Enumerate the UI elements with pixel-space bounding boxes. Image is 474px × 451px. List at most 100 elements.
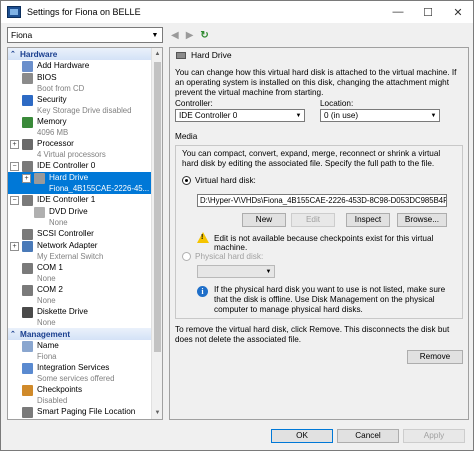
tree-item-label: Hard Drive (49, 173, 89, 182)
tree-item-label: Smart Paging File Location (37, 407, 136, 416)
vhd-path-input[interactable]: D:\Hyper-V\VHDs\Fiona_4B155CAE-2226-453D… (197, 194, 447, 207)
physical-radio[interactable] (182, 252, 191, 261)
shield-icon (22, 95, 33, 106)
tree-item-diskette-drive[interactable]: Diskette Drive None (8, 306, 152, 328)
tree-item-memory[interactable]: Memory 4096 MB (8, 116, 152, 138)
forward-icon[interactable]: ▶ (186, 30, 194, 41)
integration-icon (22, 363, 33, 374)
inspect-button[interactable]: Inspect (346, 213, 390, 227)
tree-item-ide-controller-0[interactable]: − IDE Controller 0 (8, 160, 152, 172)
tree-item-text: BIOS Boot from CD (37, 72, 84, 94)
cancel-button[interactable]: Cancel (337, 429, 399, 443)
tree-item-text: COM 2 None (37, 284, 63, 306)
back-icon[interactable]: ◀ (171, 30, 179, 41)
maximize-button[interactable]: ☐ (413, 1, 443, 23)
apply-button[interactable]: Apply (403, 429, 465, 443)
info-icon: i (197, 286, 208, 297)
controller-select[interactable]: IDE Controller 0 ▼ (175, 109, 305, 122)
scroll-down-icon[interactable]: ▼ (152, 407, 162, 419)
tree-item-add-hardware[interactable]: Add Hardware (8, 60, 152, 72)
settings-app-icon (7, 6, 21, 18)
tree-item-network-adapter[interactable]: + Network Adapter My External Switch (8, 240, 152, 262)
tree-item-sublabel: 4096 MB (37, 128, 69, 137)
tree-item-sublabel: C:\ProgramData\Microsoft\Win... (37, 417, 149, 419)
tree-item-name[interactable]: Name Fiona (8, 340, 152, 362)
browse-button[interactable]: Browse... (397, 213, 447, 227)
tree-item-label: COM 2 (37, 285, 63, 294)
tree-scrollbar[interactable]: ▲ ▼ (151, 48, 162, 419)
tree-item-scsi-controller[interactable]: SCSI Controller (8, 228, 152, 240)
memory-icon (22, 117, 33, 128)
tree-item-sublabel: Fiona (37, 352, 57, 361)
controller-label: Controller: (175, 99, 213, 108)
panel-description: You can change how this virtual hard dis… (175, 68, 457, 97)
management-section-header[interactable]: ⌃ Management (8, 328, 152, 340)
remove-button[interactable]: Remove (407, 350, 463, 364)
window-title: Settings for Fiona on BELLE (27, 7, 141, 17)
location-select[interactable]: 0 (in use) ▼ (320, 109, 440, 122)
edit-button[interactable]: Edit (291, 213, 335, 227)
tree-item-sublabel: None (37, 318, 56, 327)
tree-item-label: Network Adapter (37, 241, 98, 250)
tree-item-dvd-drive[interactable]: DVD Drive None (8, 206, 152, 228)
tree-item-bios[interactable]: BIOS Boot from CD (8, 72, 152, 94)
location-label: Location: (320, 99, 354, 108)
physical-disk-select[interactable]: ▼ (197, 265, 275, 278)
hardware-section-header[interactable]: ⌃ Hardware (8, 48, 152, 60)
chevron-down-icon: ▼ (295, 112, 302, 119)
controller-icon (22, 195, 33, 206)
expand-icon[interactable]: + (10, 242, 19, 251)
media-description: You can compact, convert, expand, merge,… (182, 149, 441, 168)
tree-item-label: Memory (37, 117, 67, 126)
tree-item-smart-paging[interactable]: Smart Paging File LocationC:\ProgramData… (8, 406, 152, 419)
new-button[interactable]: New (242, 213, 286, 227)
tree-item-text: Integration Services Some services offere… (37, 362, 114, 384)
management-header-label: Management (20, 329, 71, 339)
tree-item-sublabel: Some services offered (37, 374, 115, 383)
tree-item-text: Smart Paging File LocationC:\ProgramData… (37, 406, 149, 419)
tree-item-text: IDE Controller 1 (37, 194, 95, 205)
vm-select[interactable]: Fiona ▼ (7, 27, 163, 43)
collapse-icon[interactable]: − (10, 162, 19, 171)
collapse-icon[interactable]: − (10, 196, 19, 205)
tree-item-com-1[interactable]: COM 1 None (8, 262, 152, 284)
tree-item-label: Diskette Drive (37, 307, 88, 316)
ok-button[interactable]: OK (271, 429, 333, 443)
tree-item-label: COM 1 (37, 263, 63, 272)
minimize-button[interactable]: — (383, 1, 413, 23)
collapse-icon: ⌃ (10, 331, 16, 338)
controller-icon (22, 229, 33, 240)
tree-item-security[interactable]: Security Key Storage Drive disabled (8, 94, 152, 116)
network-icon (22, 241, 33, 252)
title-bar: Settings for Fiona on BELLE — ☐ ✕ (1, 1, 473, 23)
tree-item-text: Network Adapter My External Switch (37, 240, 103, 262)
close-button[interactable]: ✕ (443, 1, 473, 23)
refresh-icon[interactable]: ↻ (200, 30, 208, 41)
tree-item-label: Name (37, 341, 59, 350)
expand-icon[interactable]: + (22, 174, 31, 183)
expand-icon[interactable]: + (10, 140, 19, 149)
hardware-header-label: Hardware (20, 49, 58, 59)
physical-radio-row[interactable]: Physical hard disk: (182, 252, 263, 261)
scroll-up-icon[interactable]: ▲ (152, 48, 162, 60)
vhd-radio[interactable] (182, 176, 191, 185)
tree-item-sublabel: 4 Virtual processors (37, 150, 106, 159)
tree-item-checkpoints[interactable]: Checkpoints Disabled (8, 384, 152, 406)
tree-item-label: SCSI Controller (37, 229, 94, 238)
tree-item-text: Memory 4096 MB (37, 116, 68, 138)
tree-item-label: Integration Services (37, 363, 110, 372)
tree-item-sublabel: None (37, 296, 56, 305)
vhd-radio-row[interactable]: Virtual hard disk: (182, 176, 256, 185)
tree-item-hard-drive[interactable]: + Hard Drive Fiona_4B155CAE-2226-45... (8, 172, 152, 194)
tree-item-com-2[interactable]: COM 2 None (8, 284, 152, 306)
tree-item-label: BIOS (37, 73, 57, 82)
tree-item-processor[interactable]: + Processor 4 Virtual processors (8, 138, 152, 160)
hard-drive-panel: Hard Drive You can change how this virtu… (169, 47, 469, 420)
settings-window: Settings for Fiona on BELLE — ☐ ✕ Fiona … (0, 0, 474, 451)
settings-tree: ⌃ Hardware Add Hardware BIOS Boot from CD S… (7, 47, 163, 420)
scrollbar-thumb[interactable] (154, 62, 161, 352)
chevron-down-icon: ▼ (430, 112, 437, 119)
tree-item-ide-controller-1[interactable]: − IDE Controller 1 (8, 194, 152, 206)
tree-item-integration-services[interactable]: Integration Services Some services offere… (8, 362, 152, 384)
tree-item-label: Processor (37, 139, 74, 148)
